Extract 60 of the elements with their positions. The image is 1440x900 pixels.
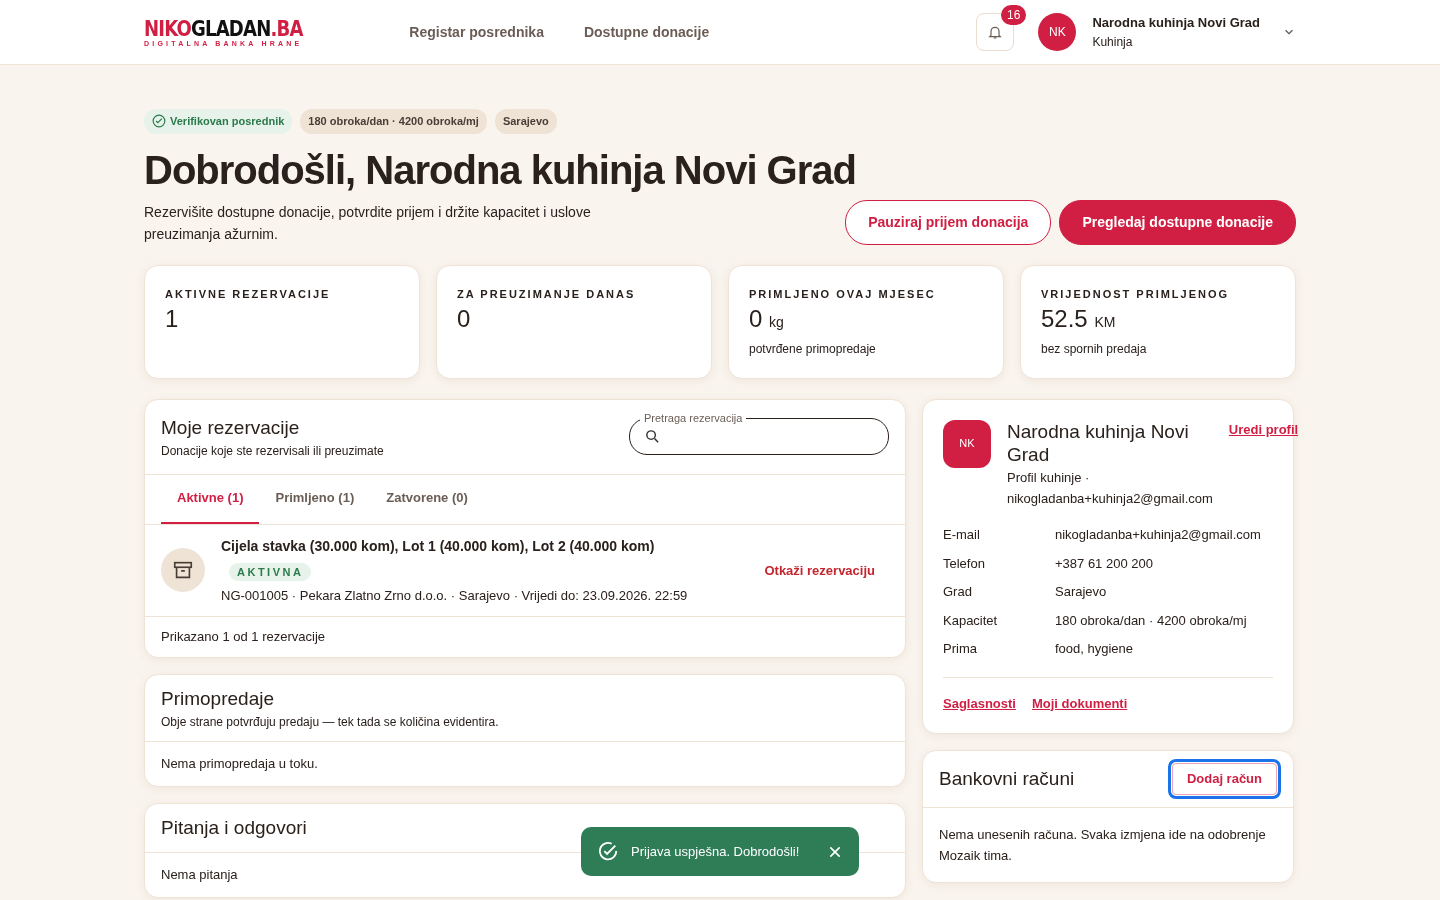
field-label: Telefon: [943, 554, 986, 573]
card-title: Moje rezervacije: [161, 415, 301, 440]
stat-value: 0 kg: [749, 306, 785, 333]
empty-message: Nema primopredaja u toku.: [145, 741, 905, 786]
user-avatar[interactable]: NK: [1038, 13, 1077, 51]
badge-label: Verifikovan posrednik: [170, 114, 285, 129]
user-name: Narodna kuhinja Novi Grad: [1092, 14, 1260, 33]
status-tag: AKTIVNA: [229, 562, 312, 581]
profile-link[interactable]: Saglasnosti: [943, 693, 1016, 713]
field-value: +387 61 200 200: [1055, 554, 1153, 573]
card-title: Bankovni računi: [939, 766, 1075, 791]
page-title: Dobrodošli, Narodna kuhinja Novi Grad: [144, 146, 857, 194]
notification-badge: 16: [1001, 5, 1027, 25]
empty-message: Nema unesenih računa. Svaka izmjena ide na odobrenje Mozaik tima.: [923, 806, 1293, 882]
tab[interactable]: Aktivne (1): [161, 475, 260, 524]
info-badge: Sarajevo: [494, 109, 557, 134]
nav-link[interactable]: Dostupne donacije: [583, 21, 710, 43]
profile-avatar: NK: [943, 419, 991, 468]
cancel-link[interactable]: Otkaži rezervaciju: [764, 560, 875, 580]
card-subtitle: Obje strane potvrđuju predaju — tek tada se količina evidentira.: [161, 714, 500, 731]
bell-icon: [987, 24, 1004, 40]
list-footer: Prikazano 1 od 1 rezervacije: [145, 617, 905, 657]
card-title: Pitanja i odgovori: [161, 815, 308, 840]
field-label: Prima: [943, 640, 978, 658]
primary-button[interactable]: Pregledaj dostupne donacije: [1059, 199, 1296, 245]
info-badge: 180 obroka/dan · 4200 obroka/mj: [300, 109, 487, 134]
check-circle-icon: [597, 840, 619, 863]
field-label: Kapacitet: [943, 611, 999, 630]
logo[interactable]: NIKOGLADAN.BA: [144, 17, 303, 40]
search-icon: [644, 428, 661, 446]
profile-subtitle: Profil kuhinje · nikogladanba+kuhinja2@gmail.com: [1007, 469, 1213, 508]
field-label: Grad: [943, 583, 973, 601]
edit-profile-link[interactable]: Uredi profil: [1228, 419, 1299, 509]
card-title: Primopredaje: [161, 686, 275, 711]
stat-label: PRIMLJENO OVAJ MJESEC: [749, 286, 937, 302]
check-circle-icon: [152, 114, 166, 129]
stat-label: ZA PREUZIMANJE DANAS: [457, 286, 637, 302]
profile-link[interactable]: Moji dokumenti: [1031, 693, 1128, 713]
tab[interactable]: Zatvorene (0): [370, 475, 484, 524]
field-value: food, hygiene: [1055, 640, 1134, 658]
stat-value: 52.5 KM: [1041, 306, 1117, 333]
field-value: nikogladanba+kuhinja2@gmail.com: [1055, 526, 1261, 544]
stat-note: bez spornih predaja: [1041, 341, 1148, 359]
field-value: Sarajevo: [1055, 583, 1107, 601]
stat-value: 0: [457, 306, 472, 333]
nav-link[interactable]: Registar posrednika: [409, 21, 544, 43]
stat-note: potvrđene primopredaje: [749, 341, 877, 359]
field-label: E-mail: [943, 526, 981, 544]
stat-label: VRIJEDNOST PRIMLJENOG: [1041, 286, 1231, 302]
card-subtitle: Donacije koje ste rezervisali ili preuzimate: [161, 443, 384, 460]
profile-name: Narodna kuhinja Novi Grad: [1007, 419, 1190, 467]
stat-label: AKTIVNE REZERVACIJE: [165, 286, 332, 302]
reservation-title: Cijela stavka (30.000 kom), Lot 1 (40.000 kom), Lot 2 (40.000 kom): [221, 536, 656, 556]
tab[interactable]: Primljeno (1): [259, 475, 371, 524]
user-role: Kuhinja: [1092, 33, 1134, 51]
reservation-details: NG-001005 · Pekara Zlatno Zrno d.o.o. · Sarajevo · Vrijedi do: 23.09.2026. 22:59: [221, 586, 689, 605]
page-subtitle: Rezervišite dostupne donacije, potvrdite prijem i držite kapacitet i uslove preuzimanja ažurnim.: [144, 202, 592, 244]
stat-value: 1: [165, 306, 180, 333]
field-value: 180 obroka/dan · 4200 obroka/mj: [1055, 611, 1247, 630]
outline-button[interactable]: Pauziraj prijem donacija: [845, 199, 1052, 245]
